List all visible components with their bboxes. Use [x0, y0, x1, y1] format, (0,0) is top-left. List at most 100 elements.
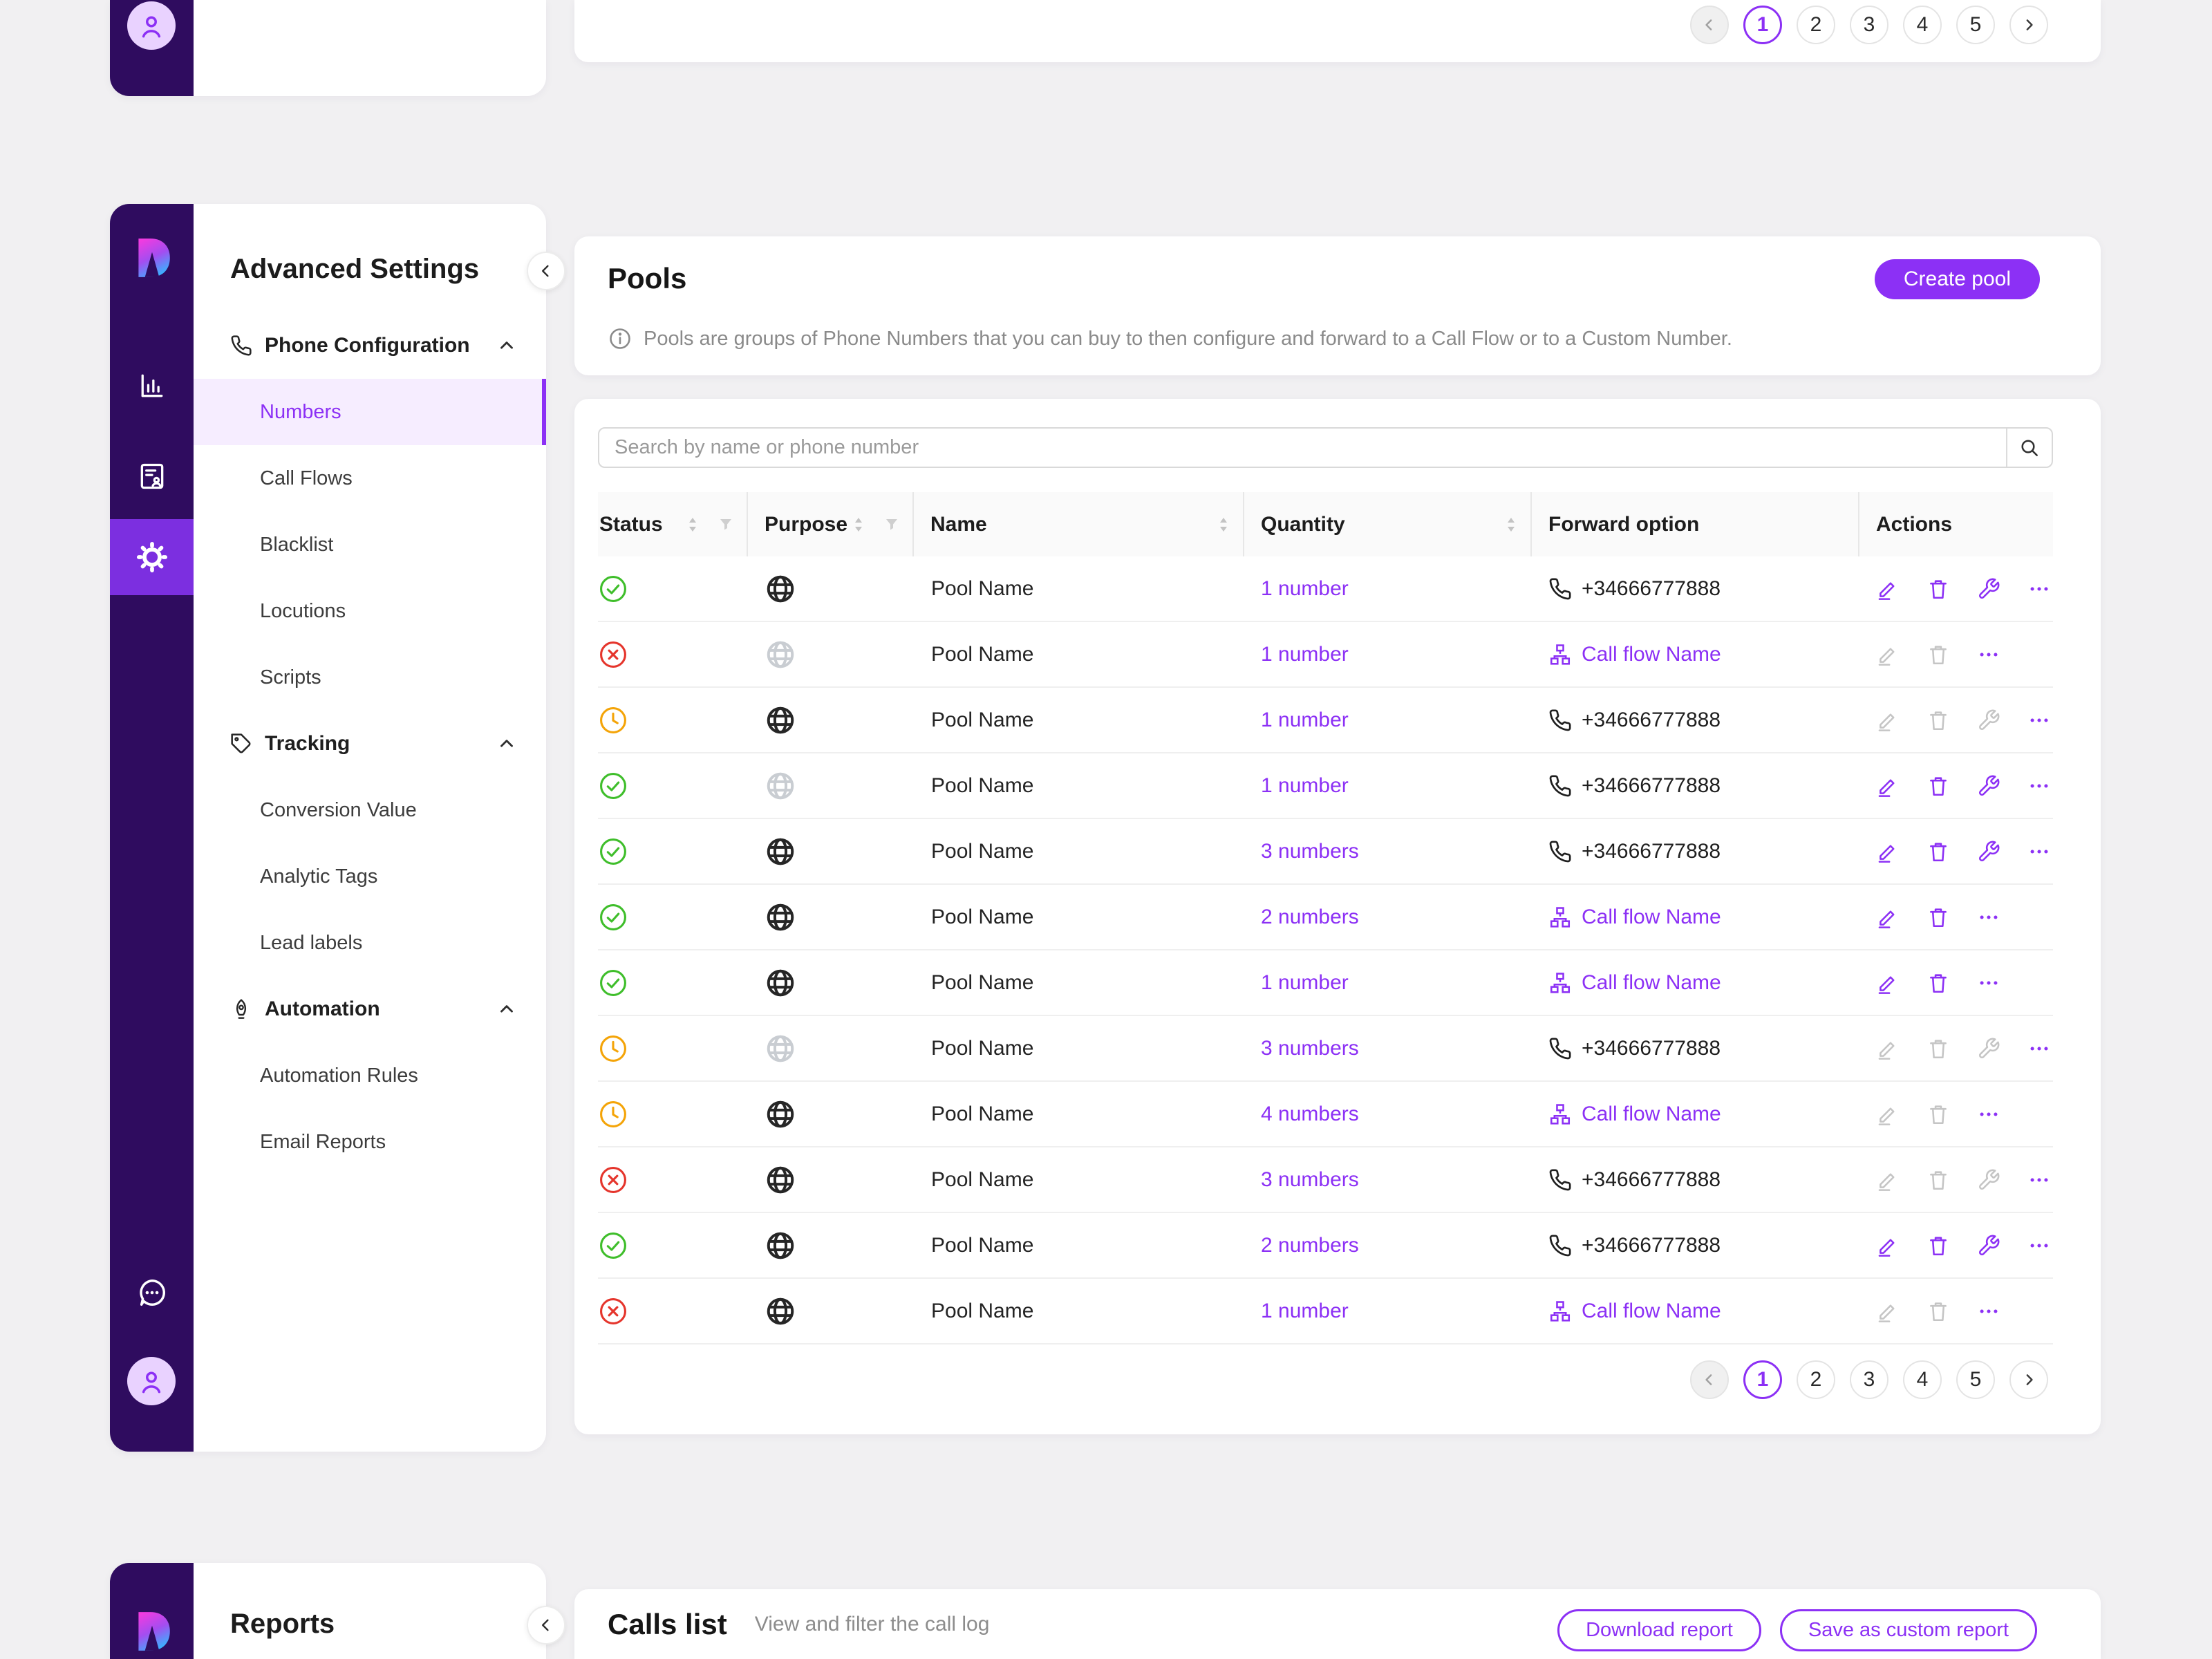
forward-option-cell[interactable]: +34666777888 — [1532, 1234, 1859, 1257]
pagination-page-4[interactable]: 4 — [1903, 6, 1942, 44]
wrench-button[interactable] — [1977, 577, 2000, 601]
more-button[interactable] — [2027, 1234, 2051, 1257]
sidebar-item-numbers[interactable]: Numbers — [194, 379, 546, 445]
pagination-page-1[interactable]: 1 — [1743, 6, 1782, 44]
pagination-next-button[interactable] — [2009, 6, 2048, 44]
download-report-button[interactable]: Download report — [1557, 1609, 1761, 1651]
trash-button[interactable] — [1927, 577, 1950, 601]
sidebar-item-scripts[interactable]: Scripts — [194, 644, 546, 711]
pagination-page-3[interactable]: 3 — [1850, 6, 1888, 44]
nav-analytics[interactable] — [110, 366, 194, 406]
pagination-page-2[interactable]: 2 — [1797, 1360, 1835, 1399]
quantity-cell[interactable]: 3 numbers — [1244, 1168, 1532, 1192]
sidebar-item-conversion-value[interactable]: Conversion Value — [194, 777, 546, 843]
more-button[interactable] — [1977, 643, 2000, 666]
trash-button[interactable] — [1927, 643, 1950, 666]
sort-icon[interactable] — [1217, 516, 1230, 534]
quantity-cell[interactable]: 4 numbers — [1244, 1103, 1532, 1126]
trash-button[interactable] — [1927, 906, 1950, 929]
menu-group-tracking[interactable]: Tracking — [194, 711, 546, 777]
quantity-cell[interactable]: 1 number — [1244, 577, 1532, 601]
filter-icon[interactable] — [883, 516, 900, 533]
sort-icon[interactable] — [1504, 516, 1518, 534]
forward-option-cell[interactable]: Call flow Name — [1532, 643, 1859, 666]
sidebar-collapse-button[interactable] — [527, 252, 565, 290]
column-header-quantity[interactable]: Quantity — [1244, 492, 1532, 556]
pagination-page-1[interactable]: 1 — [1743, 1360, 1782, 1399]
edit-button[interactable] — [1876, 1300, 1900, 1323]
edit-button[interactable] — [1876, 971, 1900, 995]
pagination-prev-button[interactable] — [1690, 1360, 1729, 1399]
edit-button[interactable] — [1876, 1037, 1900, 1060]
quantity-cell[interactable]: 1 number — [1244, 1300, 1532, 1323]
pagination-page-5[interactable]: 5 — [1956, 1360, 1995, 1399]
column-header-status[interactable]: Status — [598, 492, 748, 556]
menu-group-automation[interactable]: Automation — [194, 976, 546, 1042]
quantity-cell[interactable]: 2 numbers — [1244, 1234, 1532, 1257]
trash-button[interactable] — [1927, 1168, 1950, 1192]
pagination-page-3[interactable]: 3 — [1850, 1360, 1888, 1399]
sidebar-item-email-reports[interactable]: Email Reports — [194, 1109, 546, 1175]
more-button[interactable] — [2027, 709, 2051, 732]
quantity-cell[interactable]: 1 number — [1244, 971, 1532, 995]
more-button[interactable] — [1977, 1300, 2000, 1323]
forward-option-cell[interactable]: Call flow Name — [1532, 906, 1859, 929]
quantity-cell[interactable]: 3 numbers — [1244, 1037, 1532, 1060]
sidebar-item-analytic-tags[interactable]: Analytic Tags — [194, 843, 546, 910]
trash-button[interactable] — [1927, 1103, 1950, 1126]
wrench-button[interactable] — [1977, 1037, 2000, 1060]
menu-group-phone-configuration[interactable]: Phone Configuration — [194, 312, 546, 379]
quantity-cell[interactable]: 2 numbers — [1244, 906, 1532, 929]
wrench-button[interactable] — [1977, 1234, 2000, 1257]
search-button[interactable] — [2006, 429, 2052, 467]
sort-icon[interactable] — [852, 516, 865, 534]
quantity-cell[interactable]: 1 number — [1244, 709, 1532, 732]
forward-option-cell[interactable]: Call flow Name — [1532, 971, 1859, 995]
save-custom-report-button[interactable]: Save as custom report — [1780, 1609, 2037, 1651]
app-logo[interactable] — [110, 1609, 194, 1654]
trash-button[interactable] — [1927, 774, 1950, 798]
nav-settings-active[interactable] — [110, 519, 194, 595]
edit-button[interactable] — [1876, 1168, 1900, 1192]
trash-button[interactable] — [1927, 840, 1950, 863]
pagination-page-4[interactable]: 4 — [1903, 1360, 1942, 1399]
sidebar-item-locutions[interactable]: Locutions — [194, 578, 546, 644]
pagination-page-5[interactable]: 5 — [1956, 6, 1995, 44]
forward-option-cell[interactable]: +34666777888 — [1532, 1037, 1859, 1060]
sidebar-item-lead-labels[interactable]: Lead labels — [194, 910, 546, 976]
edit-button[interactable] — [1876, 709, 1900, 732]
pagination-page-2[interactable]: 2 — [1797, 6, 1835, 44]
sidebar-item-blacklist[interactable]: Blacklist — [194, 512, 546, 578]
quantity-cell[interactable]: 3 numbers — [1244, 840, 1532, 863]
pagination-next-button[interactable] — [2009, 1360, 2048, 1399]
app-logo[interactable] — [110, 235, 194, 281]
user-avatar[interactable] — [127, 1357, 176, 1405]
wrench-button[interactable] — [1977, 774, 2000, 798]
quantity-cell[interactable]: 1 number — [1244, 643, 1532, 666]
more-button[interactable] — [2027, 774, 2051, 798]
edit-button[interactable] — [1876, 1103, 1900, 1126]
forward-option-cell[interactable]: +34666777888 — [1532, 774, 1859, 798]
more-button[interactable] — [1977, 971, 2000, 995]
forward-option-cell[interactable]: +34666777888 — [1532, 840, 1859, 863]
trash-button[interactable] — [1927, 1300, 1950, 1323]
more-button[interactable] — [2027, 1168, 2051, 1192]
sort-icon[interactable] — [686, 516, 700, 534]
quantity-cell[interactable]: 1 number — [1244, 774, 1532, 798]
trash-button[interactable] — [1927, 971, 1950, 995]
edit-button[interactable] — [1876, 643, 1900, 666]
forward-option-cell[interactable]: Call flow Name — [1532, 1103, 1859, 1126]
edit-button[interactable] — [1876, 577, 1900, 601]
trash-button[interactable] — [1927, 709, 1950, 732]
forward-option-cell[interactable]: Call flow Name — [1532, 1300, 1859, 1323]
nav-chat[interactable] — [110, 1277, 194, 1308]
search-input[interactable] — [599, 429, 2006, 467]
edit-button[interactable] — [1876, 906, 1900, 929]
sidebar-item-automation-rules[interactable]: Automation Rules — [194, 1042, 546, 1109]
pagination-prev-button[interactable] — [1690, 6, 1729, 44]
nav-contracts[interactable] — [110, 456, 194, 496]
filter-icon[interactable] — [718, 516, 734, 533]
more-button[interactable] — [2027, 840, 2051, 863]
column-header-name[interactable]: Name — [914, 492, 1244, 556]
forward-option-cell[interactable]: +34666777888 — [1532, 1168, 1859, 1192]
